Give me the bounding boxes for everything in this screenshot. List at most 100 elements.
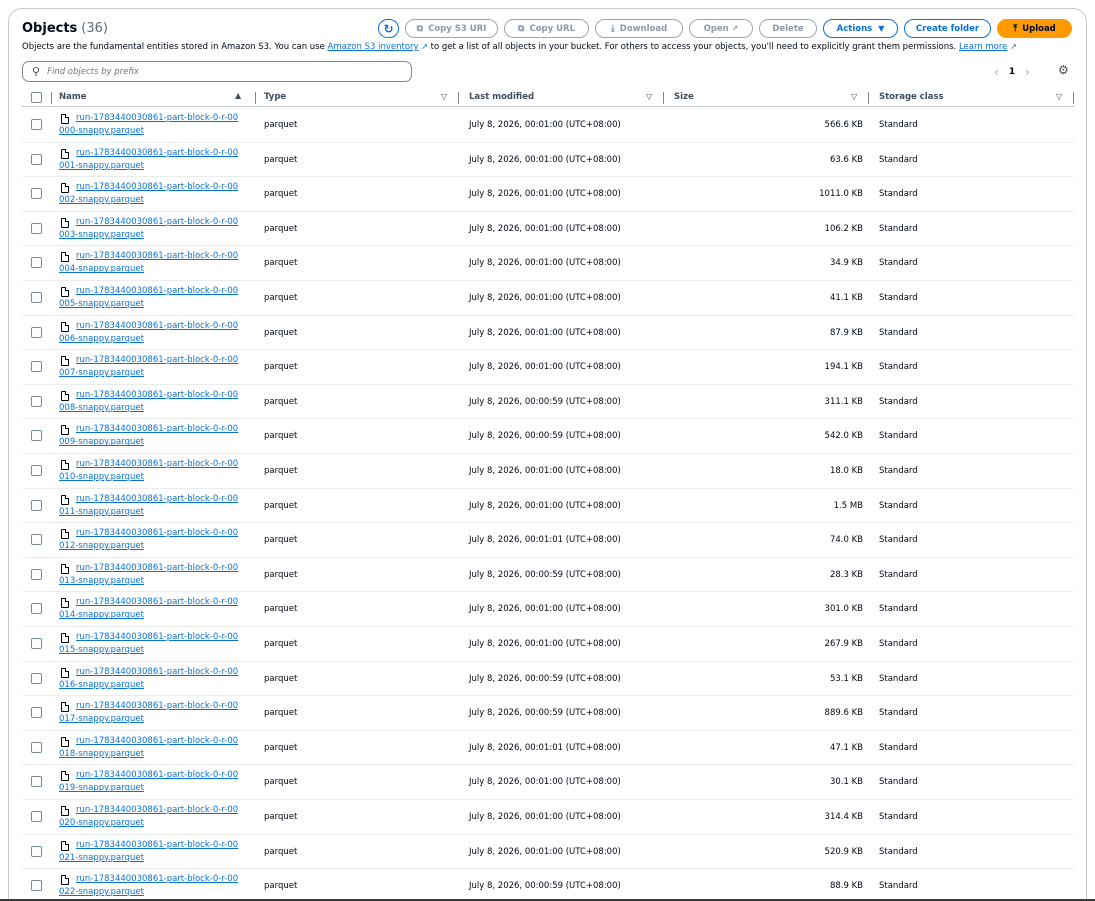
open-button[interactable]: Open ↗: [689, 19, 753, 38]
row-checkbox[interactable]: [31, 499, 42, 511]
row-checkbox[interactable]: [31, 707, 42, 719]
table-row[interactable]: run-1783440030861-part-block-0-r-00019-s…: [22, 765, 1074, 800]
object-name-link[interactable]: run-1783440030861-part-block-0-r-00015-s…: [59, 631, 241, 657]
object-name-link[interactable]: run-1783440030861-part-block-0-r-00002-s…: [59, 181, 241, 207]
row-checkbox[interactable]: [31, 845, 42, 857]
object-name-link[interactable]: run-1783440030861-part-block-0-r-00013-s…: [59, 562, 241, 588]
object-name-link[interactable]: run-1783440030861-part-block-0-r-00005-s…: [59, 285, 241, 311]
object-name-link[interactable]: run-1783440030861-part-block-0-r-00011-s…: [59, 493, 241, 519]
table-row[interactable]: run-1783440030861-part-block-0-r-00016-s…: [22, 662, 1074, 697]
sort-ascending-icon[interactable]: ▲: [235, 91, 241, 100]
column-header-name[interactable]: Name: [59, 92, 86, 102]
object-name-link[interactable]: run-1783440030861-part-block-0-r-00020-s…: [59, 804, 241, 830]
row-checkbox[interactable]: [31, 222, 42, 234]
sort-icon[interactable]: ▽: [851, 92, 857, 101]
table-row[interactable]: run-1783440030861-part-block-0-r-00004-s…: [22, 246, 1074, 281]
object-name-link[interactable]: run-1783440030861-part-block-0-r-00003-s…: [59, 216, 241, 242]
row-checkbox[interactable]: [31, 811, 42, 822]
row-checkbox[interactable]: [31, 257, 42, 269]
object-name-link[interactable]: run-1783440030861-part-block-0-r-00014-s…: [59, 596, 241, 622]
row-checkbox[interactable]: [31, 672, 42, 684]
table-row[interactable]: run-1783440030861-part-block-0-r-00006-s…: [22, 316, 1074, 351]
table-row[interactable]: run-1783440030861-part-block-0-r-00000-s…: [22, 108, 1074, 143]
copy-url-button[interactable]: ⧉ Copy URL: [504, 19, 589, 38]
table-row[interactable]: run-1783440030861-part-block-0-r-00008-s…: [22, 385, 1074, 420]
chevron-left-icon[interactable]: ‹: [994, 65, 999, 79]
row-checkbox[interactable]: [31, 638, 42, 649]
row-checkbox[interactable]: [31, 119, 42, 130]
delete-button[interactable]: Delete: [759, 19, 817, 38]
column-divider[interactable]: [458, 92, 459, 104]
row-checkbox[interactable]: [31, 534, 42, 546]
row-checkbox[interactable]: [31, 568, 42, 580]
row-checkbox[interactable]: [31, 603, 42, 615]
table-row[interactable]: run-1783440030861-part-block-0-r-00022-s…: [22, 869, 1074, 901]
column-header-size[interactable]: Size: [674, 92, 694, 102]
row-checkbox[interactable]: [31, 395, 42, 407]
upload-button[interactable]: ⤒ Upload: [997, 19, 1072, 38]
table-row[interactable]: run-1783440030861-part-block-0-r-00013-s…: [22, 558, 1074, 593]
table-row[interactable]: run-1783440030861-part-block-0-r-00005-s…: [22, 281, 1074, 316]
row-checkbox[interactable]: [31, 188, 42, 200]
table-row[interactable]: run-1783440030861-part-block-0-r-00007-s…: [22, 350, 1074, 385]
table-row[interactable]: run-1783440030861-part-block-0-r-00021-s…: [22, 835, 1074, 870]
chevron-right-icon[interactable]: ›: [1025, 65, 1030, 79]
row-checkbox[interactable]: [31, 361, 42, 373]
gear-icon[interactable]: ⚙: [1058, 63, 1069, 77]
row-checkbox[interactable]: [31, 153, 42, 165]
table-row[interactable]: run-1783440030861-part-block-0-r-00002-s…: [22, 177, 1074, 212]
column-divider[interactable]: [1073, 92, 1074, 104]
row-checkbox[interactable]: [31, 465, 42, 476]
table-row[interactable]: run-1783440030861-part-block-0-r-00015-s…: [22, 627, 1074, 662]
column-divider[interactable]: [255, 92, 256, 104]
search-input[interactable]: [47, 66, 388, 77]
column-header-type[interactable]: Type: [264, 92, 286, 102]
object-name-link[interactable]: run-1783440030861-part-block-0-r-00008-s…: [59, 389, 241, 415]
row-checkbox[interactable]: [31, 430, 42, 442]
object-name-link[interactable]: run-1783440030861-part-block-0-r-00022-s…: [59, 873, 241, 899]
object-name-link[interactable]: run-1783440030861-part-block-0-r-00019-s…: [59, 769, 241, 795]
learn-more-link[interactable]: Learn more: [959, 42, 1007, 52]
download-button[interactable]: ⤓ Download: [595, 19, 683, 38]
object-name-link[interactable]: run-1783440030861-part-block-0-r-00021-s…: [59, 839, 241, 865]
sort-icon[interactable]: ▽: [646, 92, 652, 101]
column-header-last-modified[interactable]: Last modified: [469, 92, 534, 102]
sort-icon[interactable]: ▽: [441, 92, 447, 101]
object-name-link[interactable]: run-1783440030861-part-block-0-r-00009-s…: [59, 423, 241, 449]
sort-icon[interactable]: ▽: [1056, 92, 1062, 101]
object-name-link[interactable]: run-1783440030861-part-block-0-r-00016-s…: [59, 666, 241, 692]
row-checkbox[interactable]: [31, 776, 42, 788]
object-name-link[interactable]: run-1783440030861-part-block-0-r-00004-s…: [59, 250, 241, 276]
table-row[interactable]: run-1783440030861-part-block-0-r-00010-s…: [22, 454, 1074, 489]
table-row[interactable]: run-1783440030861-part-block-0-r-00011-s…: [22, 489, 1074, 524]
copy-s3-uri-button[interactable]: ⧉ Copy S3 URI: [405, 19, 498, 38]
row-checkbox[interactable]: [31, 292, 42, 303]
inventory-link[interactable]: Amazon S3 inventory: [328, 42, 419, 52]
refresh-button[interactable]: ↻: [378, 19, 399, 38]
column-divider[interactable]: [663, 92, 664, 104]
row-checkbox[interactable]: [31, 741, 42, 753]
object-name-link[interactable]: run-1783440030861-part-block-0-r-00006-s…: [59, 320, 241, 346]
object-name-link[interactable]: run-1783440030861-part-block-0-r-00007-s…: [59, 354, 241, 380]
table-row[interactable]: run-1783440030861-part-block-0-r-00001-s…: [22, 143, 1074, 178]
table-row[interactable]: run-1783440030861-part-block-0-r-00009-s…: [22, 419, 1074, 454]
object-name-link[interactable]: run-1783440030861-part-block-0-r-00000-s…: [59, 112, 241, 138]
select-all-checkbox[interactable]: [31, 92, 42, 103]
create-folder-button[interactable]: Create folder: [904, 19, 991, 38]
row-checkbox[interactable]: [31, 326, 42, 338]
column-divider[interactable]: [868, 92, 869, 104]
actions-dropdown[interactable]: Actions ▼: [823, 19, 898, 38]
table-row[interactable]: run-1783440030861-part-block-0-r-00014-s…: [22, 592, 1074, 627]
table-row[interactable]: run-1783440030861-part-block-0-r-00012-s…: [22, 523, 1074, 558]
current-page[interactable]: 1: [1009, 67, 1015, 77]
row-checkbox[interactable]: [31, 880, 42, 892]
object-name-link[interactable]: run-1783440030861-part-block-0-r-00017-s…: [59, 700, 241, 726]
object-name-link[interactable]: run-1783440030861-part-block-0-r-00018-s…: [59, 735, 241, 761]
object-name-link[interactable]: run-1783440030861-part-block-0-r-00010-s…: [59, 458, 241, 484]
table-row[interactable]: run-1783440030861-part-block-0-r-00017-s…: [22, 696, 1074, 731]
table-row[interactable]: run-1783440030861-part-block-0-r-00020-s…: [22, 800, 1074, 835]
object-name-link[interactable]: run-1783440030861-part-block-0-r-00001-s…: [59, 147, 241, 173]
table-row[interactable]: run-1783440030861-part-block-0-r-00018-s…: [22, 731, 1074, 766]
column-header-storage-class[interactable]: Storage class: [879, 92, 944, 102]
table-row[interactable]: run-1783440030861-part-block-0-r-00003-s…: [22, 212, 1074, 247]
